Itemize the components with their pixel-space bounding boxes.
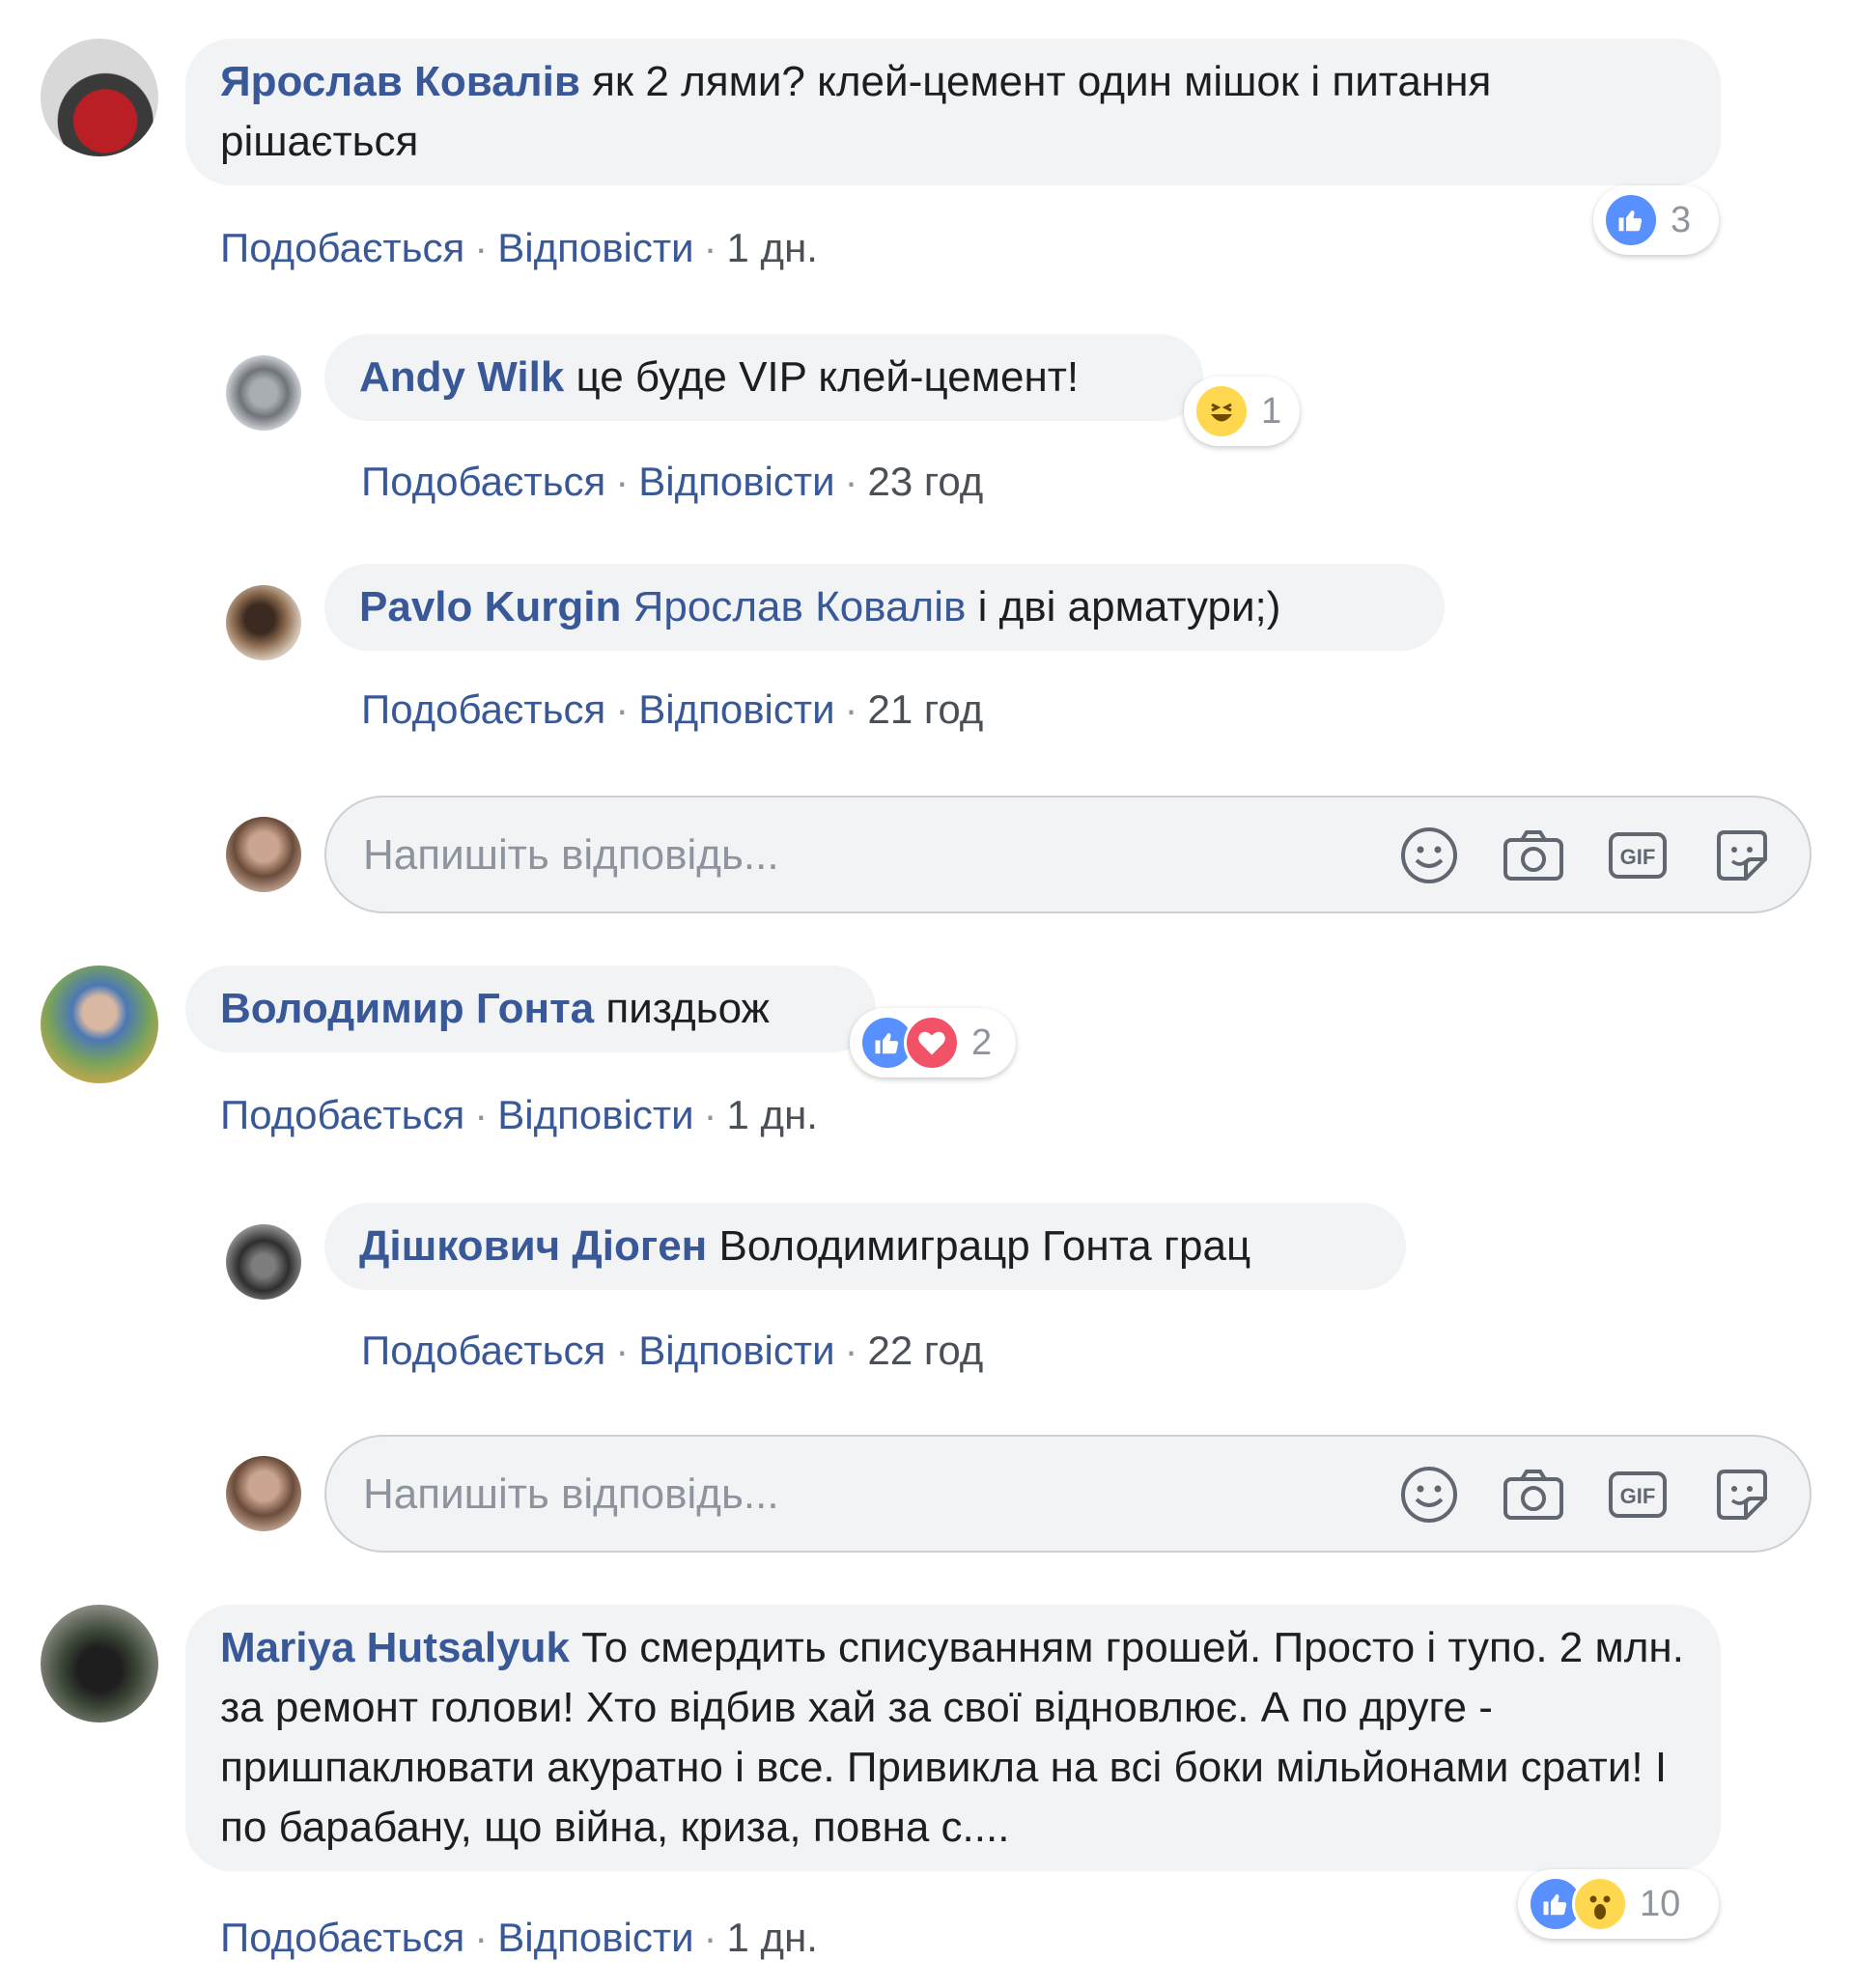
separator-dot: · [703, 1915, 717, 1960]
reply-composer: GIF [324, 796, 1812, 913]
svg-text:GIF: GIF [1620, 1484, 1656, 1508]
reply-link[interactable]: Відповісти [497, 225, 693, 270]
separator-dot: · [844, 459, 858, 504]
comment-actions: Подобається · Відповісти · 1 дн. [220, 1914, 818, 1962]
avatar[interactable] [41, 1605, 158, 1722]
reply-bubble: Andy Wilk це буде VIP клей-цемент! [324, 334, 1203, 421]
comment-bubble: Mariya Hutsalyuk То смердить списуванням… [185, 1605, 1721, 1871]
timestamp[interactable]: 22 год [868, 1328, 984, 1373]
comment-text: пиздьож [605, 985, 770, 1032]
reaction-count: 10 [1640, 1883, 1681, 1924]
avatar[interactable] [226, 1224, 301, 1300]
like-link[interactable]: Подобається [361, 459, 605, 504]
reaction-summary[interactable]: 3 [1593, 185, 1719, 255]
comment-author[interactable]: Володимир Гонта [220, 985, 594, 1032]
camera-icon[interactable] [1503, 825, 1564, 886]
separator-dot: · [615, 459, 630, 504]
gif-icon[interactable]: GIF [1607, 1464, 1669, 1526]
reaction-summary[interactable]: 1 [1184, 377, 1300, 446]
reaction-summary[interactable]: 2 [850, 1008, 1016, 1078]
reply-bubble: Дішкович Діоген Володимиграцр Гонта грац [324, 1203, 1406, 1290]
timestamp[interactable]: 1 дн. [727, 1092, 818, 1137]
reply-link[interactable]: Відповісти [638, 1328, 834, 1373]
reply-actions: Подобається · Відповісти · 21 год [361, 686, 983, 734]
reply-text: це буде VIP клей-цемент! [576, 353, 1080, 401]
avatar[interactable] [41, 966, 158, 1083]
comment-bubble: Володимир Гонта пиздьож [185, 966, 876, 1052]
reply-composer: GIF [324, 1435, 1812, 1553]
reply-author[interactable]: Andy Wilk [359, 353, 564, 401]
emoji-icon[interactable] [1398, 1464, 1460, 1526]
reaction-count: 3 [1671, 199, 1692, 240]
like-link[interactable]: Подобається [361, 686, 605, 732]
comment-bubble: Ярослав Ковалів як 2 лями? клей-цемент о… [185, 39, 1721, 185]
reply-input[interactable] [361, 798, 1331, 913]
comment-actions: Подобається · Відповісти · 1 дн. [220, 1091, 818, 1139]
like-link[interactable]: Подобається [220, 1092, 464, 1137]
like-link[interactable]: Подобається [220, 1915, 464, 1960]
reaction-summary[interactable]: 10 [1518, 1869, 1719, 1939]
avatar[interactable] [226, 585, 301, 660]
svg-text:GIF: GIF [1620, 845, 1656, 869]
reply-author[interactable]: Дішкович Діоген [359, 1222, 707, 1270]
separator-dot: · [703, 1092, 717, 1137]
timestamp[interactable]: 21 год [868, 686, 984, 732]
reply-bubble: Pavlo Kurgin Ярослав Ковалів і дві армат… [324, 564, 1445, 651]
reply-link[interactable]: Відповісти [497, 1915, 693, 1960]
love-reaction-icon [904, 1015, 960, 1071]
reply-link[interactable]: Відповісти [497, 1092, 693, 1137]
comment-actions: Подобається · Відповісти · 1 дн. [220, 224, 818, 272]
gif-icon[interactable]: GIF [1607, 825, 1669, 886]
separator-dot: · [474, 1915, 489, 1960]
current-user-avatar [226, 817, 301, 892]
avatar[interactable] [226, 355, 301, 431]
timestamp[interactable]: 1 дн. [727, 225, 818, 270]
like-reaction-icon [1603, 192, 1659, 248]
reply-text: Володимиграцр Гонта грац [718, 1222, 1251, 1270]
camera-icon[interactable] [1503, 1464, 1564, 1526]
reply-actions: Подобається · Відповісти · 22 год [361, 1327, 983, 1375]
reply-actions: Подобається · Відповісти · 23 год [361, 458, 983, 506]
sticker-icon[interactable] [1711, 825, 1773, 886]
reaction-count: 2 [971, 1022, 993, 1063]
reply-author[interactable]: Pavlo Kurgin [359, 583, 621, 630]
comment-author[interactable]: Ярослав Ковалів [220, 58, 580, 105]
haha-reaction-icon [1194, 383, 1250, 439]
reply-link[interactable]: Відповісти [638, 686, 834, 732]
reply-link[interactable]: Відповісти [638, 459, 834, 504]
sticker-icon[interactable] [1711, 1464, 1773, 1526]
separator-dot: · [474, 225, 489, 270]
emoji-icon[interactable] [1398, 825, 1460, 886]
reply-input[interactable] [361, 1437, 1331, 1553]
like-link[interactable]: Подобається [361, 1328, 605, 1373]
separator-dot: · [615, 686, 630, 732]
mention-link[interactable]: Ярослав Ковалів [633, 583, 967, 630]
comment-author[interactable]: Mariya Hutsalyuk [220, 1624, 570, 1671]
timestamp[interactable]: 1 дн. [727, 1915, 818, 1960]
separator-dot: · [844, 1328, 858, 1373]
current-user-avatar [226, 1456, 301, 1531]
separator-dot: · [474, 1092, 489, 1137]
wow-reaction-icon [1572, 1876, 1628, 1932]
separator-dot: · [615, 1328, 630, 1373]
reply-text: і дві арматури;) [977, 583, 1281, 630]
like-link[interactable]: Подобається [220, 225, 464, 270]
timestamp[interactable]: 23 год [868, 459, 984, 504]
separator-dot: · [844, 686, 858, 732]
separator-dot: · [703, 225, 717, 270]
avatar[interactable] [41, 39, 158, 156]
reaction-count: 1 [1261, 390, 1282, 432]
